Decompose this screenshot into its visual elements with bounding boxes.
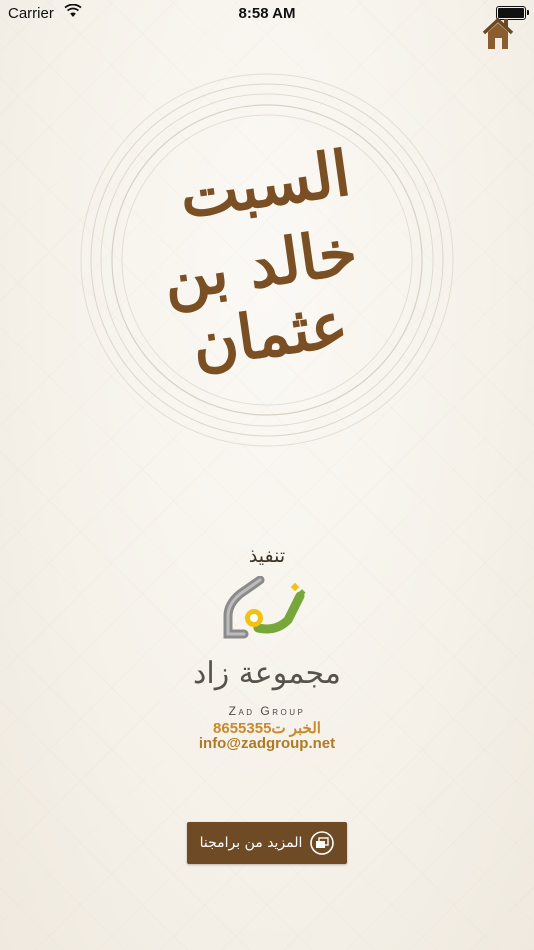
apps-stack-icon xyxy=(310,831,335,855)
more-apps-label: المزيد من برامجنا xyxy=(199,835,303,851)
group-name-arabic: مجموعة زاد xyxy=(193,656,341,691)
executed-by-label: تنفيذ xyxy=(248,545,286,567)
home-icon[interactable] xyxy=(482,16,514,50)
email-link[interactable]: info@zadgroup.net xyxy=(0,735,534,752)
zad-group-logo xyxy=(223,576,306,639)
status-time: 8:58 AM xyxy=(238,5,296,22)
status-bar: Carrier 8:58 AM xyxy=(0,0,534,28)
group-name-english: Zad Group xyxy=(228,704,306,718)
more-apps-button[interactable]: المزيد من برامجنا xyxy=(187,822,347,864)
